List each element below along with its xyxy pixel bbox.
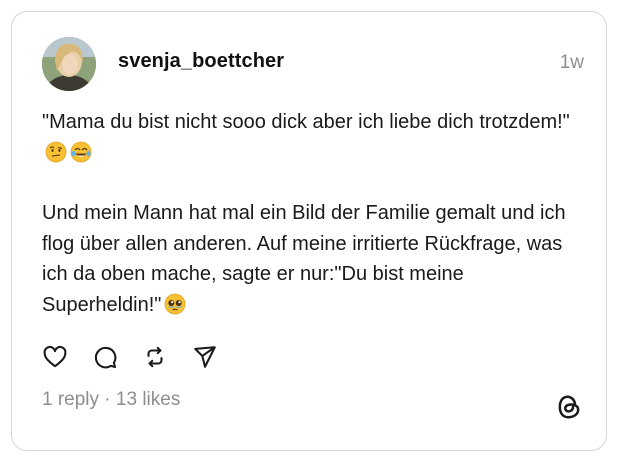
post-body: "Mama du bist nicht sooo dick aber ich l… [42, 107, 587, 320]
post-paragraph-2: Und mein Mann hat mal ein Bild der Famil… [42, 198, 587, 320]
post-time: 1w [559, 52, 584, 73]
avatar[interactable] [42, 37, 96, 91]
post-text-1: "Mama du bist nicht sooo dick aber ich l… [42, 111, 570, 133]
post-actions [42, 343, 242, 371]
send-icon[interactable] [192, 344, 218, 370]
post-paragraph-1: "Mama du bist nicht sooo dick aber ich l… [42, 107, 587, 168]
username[interactable]: svenja_boettcher [118, 50, 284, 73]
face-with-raised-eyebrow-emoji-icon [45, 141, 67, 163]
post-card: svenja_boettcher 1w "Mama du bist nicht … [11, 11, 607, 451]
threads-logo-icon[interactable] [556, 393, 582, 421]
repost-icon[interactable] [142, 344, 168, 370]
pleading-face-emoji-icon [164, 293, 186, 315]
post-stats[interactable]: 1 reply · 13 likes [42, 389, 180, 411]
post-text-2: Und mein Mann hat mal ein Bild der Famil… [42, 202, 566, 316]
heart-icon[interactable] [42, 344, 68, 370]
comment-bubble-icon[interactable] [92, 344, 118, 370]
face-with-tears-of-joy-emoji-icon [70, 141, 92, 163]
